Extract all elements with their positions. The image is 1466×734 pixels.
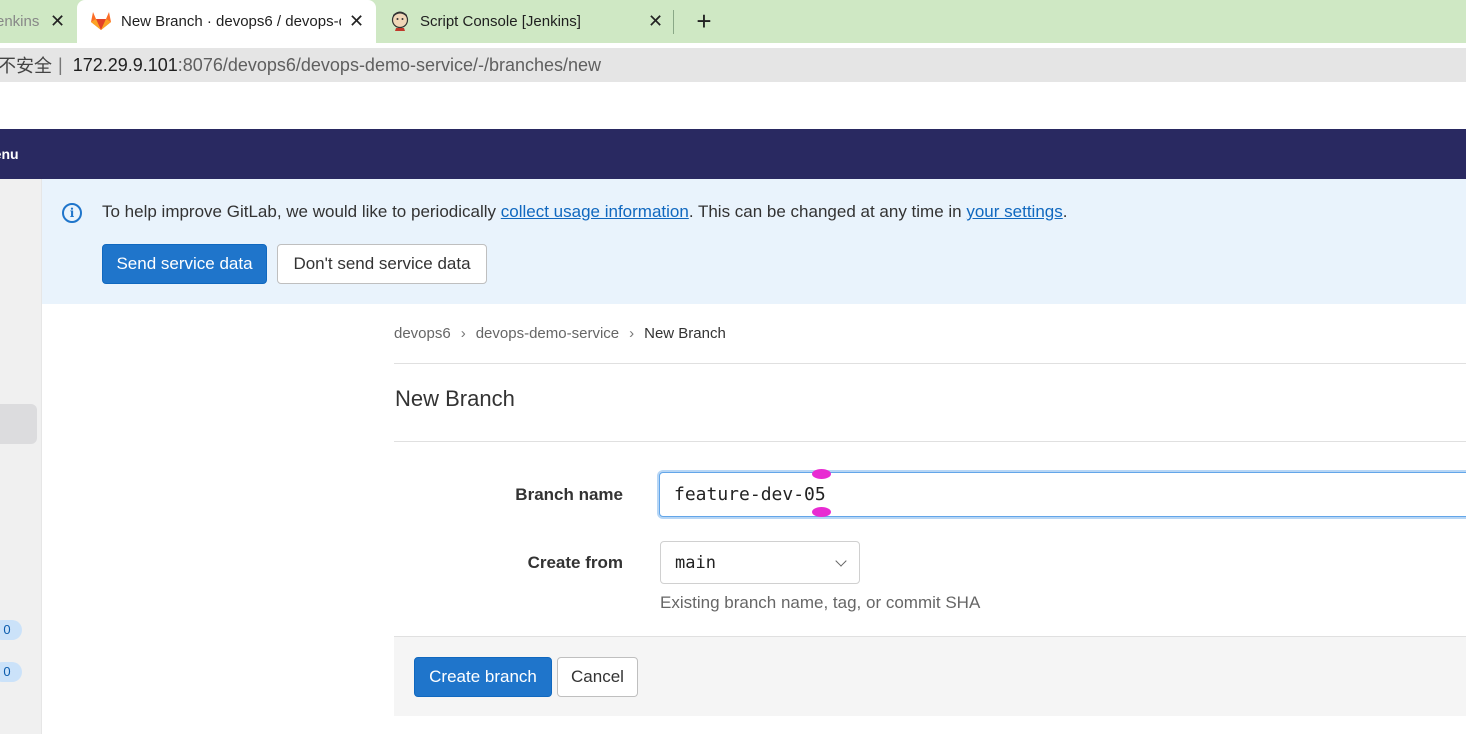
text-cursor-handle [812, 469, 831, 479]
sidebar-active-item[interactable] [0, 404, 37, 444]
top-navbar: Menu [0, 129, 1466, 179]
dont-send-service-data-button[interactable]: Don't send service data [277, 244, 487, 284]
service-ping-banner: i To help improve GitLab, we would like … [42, 179, 1466, 304]
close-icon[interactable]: ✕ [349, 12, 364, 30]
close-icon[interactable]: ✕ [648, 12, 663, 30]
jenkins-logo-icon [390, 11, 410, 35]
page-title: New Branch [395, 386, 515, 411]
create-from-dropdown[interactable]: main [660, 541, 860, 584]
chevron-right-icon: › [629, 325, 635, 342]
url-path: :8076/devops6/devops-demo-service/-/bran… [177, 54, 602, 75]
gitlab-logo-icon [90, 11, 112, 35]
new-tab-button[interactable]: + [690, 6, 718, 36]
text-cursor-handle [812, 507, 831, 517]
tab-jenkins[interactable]: enkins ✕ [0, 0, 76, 43]
tab-script-console[interactable]: Script Console [Jenkins] ✕ [378, 0, 672, 43]
url-field[interactable]: 不安全 | 172.29.9.101 :8076/devops6/devops-… [0, 48, 1466, 82]
banner-text-after: . [1062, 202, 1068, 221]
security-indicator[interactable]: 不安全 [0, 52, 52, 78]
divider [394, 363, 1466, 364]
collect-usage-link[interactable]: collect usage information [501, 202, 689, 221]
branch-name-label: Branch name [515, 485, 623, 504]
create-branch-button[interactable]: Create branch [414, 657, 552, 697]
count-badge: 0 [0, 620, 22, 640]
breadcrumb-item-group[interactable]: devops6 [394, 325, 451, 342]
tab-title: New Branch · devops6 / devops-demo-servi… [121, 13, 341, 30]
banner-text-middle: . This can be changed at any time in [688, 202, 967, 221]
form-actions: Create branch Cancel [394, 636, 1466, 716]
url-host: 172.29.9.101 [72, 54, 178, 75]
breadcrumb-item-project[interactable]: devops-demo-service [476, 325, 619, 342]
chevron-right-icon: › [460, 325, 466, 342]
create-from-help-text: Existing branch name, tag, or commit SHA [660, 593, 981, 612]
tab-title: Script Console [Jenkins] [420, 13, 581, 30]
create-from-label: Create from [527, 553, 623, 572]
send-service-data-button[interactable]: Send service data [102, 244, 267, 284]
banner-text-before: To help improve GitLab, we would like to… [102, 202, 501, 221]
tab-title: enkins [0, 13, 40, 30]
cancel-button[interactable]: Cancel [557, 657, 638, 697]
info-icon: i [62, 203, 82, 223]
branch-name-input[interactable] [659, 472, 1466, 517]
create-from-value: main [675, 552, 716, 573]
project-sidebar: 0 0 [0, 179, 42, 734]
browser-tab-strip: enkins ✕ New Branch · devops6 / devops-d… [0, 0, 1466, 43]
url-separator: | [58, 54, 63, 75]
breadcrumb: devops6 › devops-demo-service › New Bran… [394, 325, 726, 342]
tab-new-branch[interactable]: New Branch · devops6 / devops-demo-servi… [77, 0, 376, 43]
close-icon[interactable]: ✕ [50, 12, 65, 30]
address-bar: 不安全 | 172.29.9.101 :8076/devops6/devops-… [0, 43, 1466, 85]
menu-button[interactable]: Menu [0, 146, 19, 162]
breadcrumb-item-current[interactable]: New Branch [644, 325, 726, 342]
banner-message: To help improve GitLab, we would like to… [102, 202, 1067, 222]
tab-separator [673, 10, 674, 34]
your-settings-link[interactable]: your settings [966, 202, 1062, 221]
count-badge: 0 [0, 662, 22, 682]
chevron-down-icon [835, 555, 847, 567]
menu-label: Menu [0, 146, 19, 162]
